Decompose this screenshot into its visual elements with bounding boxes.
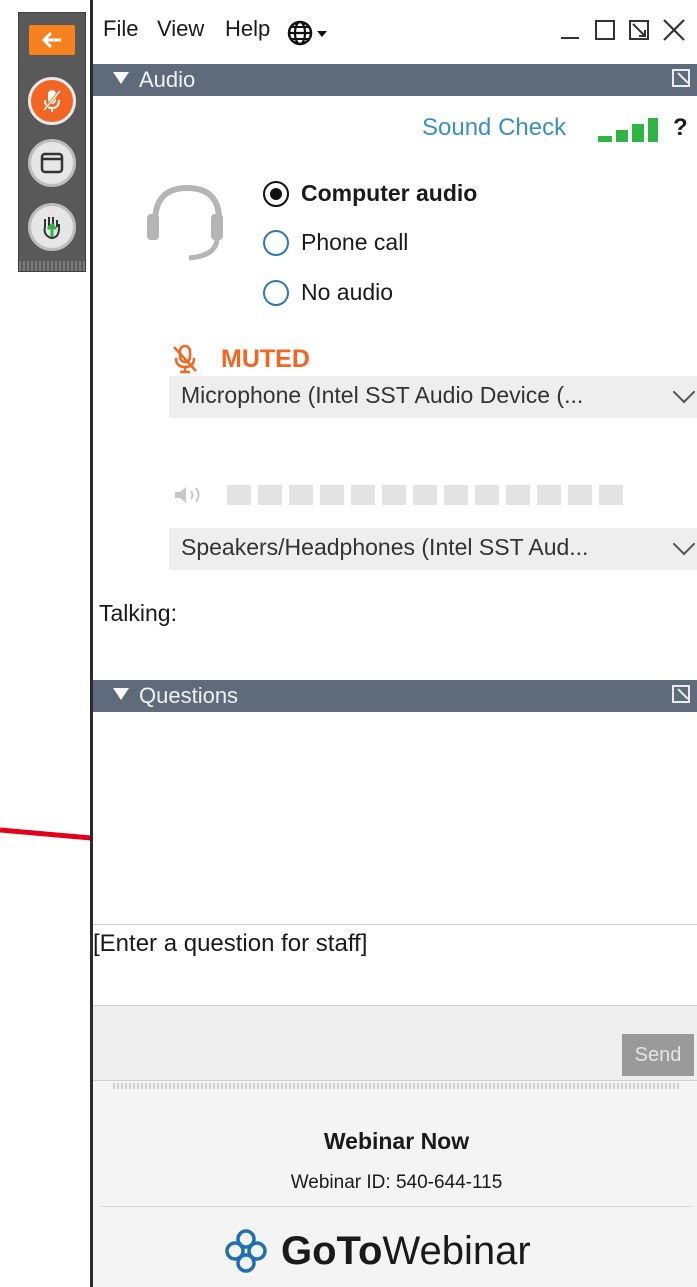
audio-header-label: Audio: [139, 67, 196, 92]
speakers-select[interactable]: Speakers/Headphones (Intel SST Aud...: [169, 528, 697, 570]
popout-icon[interactable]: [672, 685, 690, 703]
globe-icon[interactable]: [287, 20, 331, 52]
audio-option-label: Computer audio: [301, 180, 478, 206]
microphone-muted-icon[interactable]: [28, 77, 76, 125]
audio-option-none[interactable]: No audio: [263, 279, 393, 306]
left-arrow-icon[interactable]: [29, 25, 75, 55]
audio-option-computer[interactable]: Computer audio: [263, 180, 477, 207]
raise-hand-icon[interactable]: [28, 203, 76, 251]
speaker-icon: [175, 487, 200, 503]
strip-grip[interactable]: [19, 261, 85, 271]
radio-phone-call[interactable]: [263, 229, 289, 256]
menu-help[interactable]: Help: [225, 16, 270, 42]
collapse-triangle-icon[interactable]: [113, 72, 129, 84]
popout-icon[interactable]: [672, 69, 690, 87]
audio-option-label: No audio: [301, 279, 394, 305]
audio-section-header[interactable]: Audio: [93, 64, 697, 96]
gotowebinar-logo: GoTo Webinar: [223, 1228, 531, 1274]
muted-label: MUTED: [221, 344, 310, 373]
speakers-value: Speakers/Headphones (Intel SST Aud...: [181, 534, 589, 560]
speaker-level-meter: [173, 484, 630, 506]
collapse-triangle-icon[interactable]: [113, 688, 129, 700]
resize-splitter[interactable]: [93, 1080, 697, 1105]
question-actions: Send: [93, 1006, 697, 1080]
questions-section-header[interactable]: Questions: [93, 680, 697, 712]
menu-file[interactable]: File: [103, 16, 138, 42]
send-button[interactable]: Send: [622, 1034, 694, 1076]
microphone-select[interactable]: Microphone (Intel SST Audio Device (...: [169, 376, 697, 418]
maximize-icon[interactable]: [593, 14, 617, 49]
floating-control-strip: [18, 12, 86, 272]
chevron-down-icon: [672, 532, 696, 556]
divider: [93, 924, 697, 925]
menu-bar: File View Help: [93, 0, 697, 64]
questions-log: [93, 712, 697, 912]
brand-goto: GoTo: [281, 1228, 383, 1273]
webinar-footer: Webinar Now Webinar ID: 540-644-115 GoTo…: [93, 1104, 697, 1287]
radio-no-audio[interactable]: [263, 279, 289, 306]
microphone-muted-icon: [173, 344, 197, 374]
signal-strength-icon: [598, 118, 658, 142]
help-icon[interactable]: ?: [673, 114, 688, 142]
questions-header-label: Questions: [139, 683, 239, 708]
audio-option-label: Phone call: [301, 229, 409, 255]
minimize-icon[interactable]: [559, 14, 581, 49]
sound-check-link[interactable]: Sound Check: [422, 114, 566, 142]
close-icon[interactable]: [661, 14, 687, 49]
webinar-id: Webinar ID: 540-644-115: [290, 1172, 503, 1193]
muted-indicator: MUTED: [171, 344, 310, 374]
audio-option-phone[interactable]: Phone call: [263, 229, 408, 256]
brand-webinar: Webinar: [382, 1228, 531, 1273]
microphone-value: Microphone (Intel SST Audio Device (...: [181, 382, 584, 408]
radio-computer-audio[interactable]: [263, 180, 289, 207]
chevron-down-icon: [672, 380, 696, 404]
gotowebinar-control-panel: File View Help Audio Sound Check ? Compu…: [90, 0, 697, 1287]
popout-icon[interactable]: [627, 14, 651, 49]
talking-label: Talking:: [99, 600, 177, 626]
headset-icon: [145, 180, 229, 264]
divider: [101, 1206, 692, 1207]
window-icon[interactable]: [28, 139, 76, 187]
webinar-title: Webinar Now: [323, 1128, 470, 1154]
gotowebinar-logo-icon: [225, 1229, 267, 1273]
question-input[interactable]: [Enter a question for staff]: [93, 930, 367, 958]
menu-view[interactable]: View: [157, 16, 204, 42]
